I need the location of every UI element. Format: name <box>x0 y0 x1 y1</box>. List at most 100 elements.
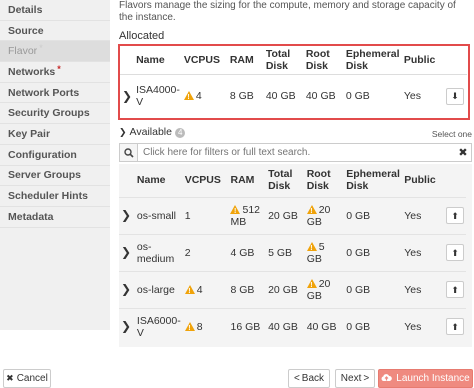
cell-value: 0 GB <box>346 283 371 296</box>
sidebar-item-metadata[interactable]: Metadata <box>0 207 110 228</box>
flavor-public: Yes <box>402 307 444 345</box>
flavor-public: Yes <box>402 233 444 271</box>
expand-cell: ❯ <box>119 196 135 234</box>
expand-column-header <box>120 46 134 74</box>
available-rows: ❯os-small1512 MB20 GB20 GB0 GBYes⬆❯os-me… <box>119 196 466 345</box>
warning-icon <box>306 204 317 218</box>
flavor-ephemeral-disk: 0 GB <box>344 196 403 234</box>
chevron-right-icon: > <box>363 373 370 384</box>
cell-value: 20 GB <box>268 283 298 296</box>
close-icon[interactable]: ✖ <box>455 146 471 159</box>
action-column-header <box>444 164 466 197</box>
column-root-disk: Root Disk <box>305 47 330 72</box>
warning-icon <box>306 278 317 292</box>
sidebar-item-label: Server Groups <box>8 169 81 182</box>
flavor-ram: 4 GB <box>228 233 267 271</box>
flavor-total-disk: 5 GB <box>266 233 305 271</box>
sidebar-item-configuration[interactable]: Configuration <box>0 145 110 166</box>
back-label: Back <box>301 373 325 384</box>
sidebar-item-label: Network Ports <box>8 86 80 99</box>
allocate-button[interactable]: ⬆ <box>446 318 464 336</box>
flavor-ephemeral-disk: 0 GB <box>344 270 403 308</box>
flavor-name: os-medium <box>134 233 183 271</box>
launch-label: Launch Instance <box>396 373 470 384</box>
sidebar-item-label: Configuration <box>8 148 77 161</box>
cell-value: 1 <box>184 209 191 222</box>
search-input[interactable] <box>138 145 455 160</box>
column-name: Name <box>136 53 165 66</box>
column-public: Public <box>403 53 436 66</box>
flavor-root-disk: 5 GB <box>304 233 345 271</box>
allocate-button[interactable]: ⬆ <box>446 244 464 261</box>
sidebar-item-server-groups[interactable]: Server Groups <box>0 166 110 187</box>
sidebar-item-networks[interactable]: Networks * <box>0 62 110 83</box>
close-icon: ✖ <box>6 373 14 383</box>
expand-cell: ❯ <box>119 270 135 308</box>
back-button[interactable]: < Back <box>288 369 330 388</box>
chevron-right-icon[interactable]: ❯ <box>121 245 131 259</box>
chevron-down-icon: ❯ <box>119 127 127 137</box>
sidebar-item-network-ports[interactable]: Network Ports <box>0 83 110 104</box>
flavor-name: ISA6000-V <box>134 307 183 345</box>
arrow-up-icon: ⬆ <box>451 210 459 221</box>
expand-column-header <box>119 164 135 197</box>
flavor-row: ❯os-small1512 MB20 GB20 GB0 GBYes⬆ <box>119 196 466 234</box>
allocated-table: Name VCPUS RAM Total Disk Root Disk Ephe… <box>120 46 467 118</box>
flavor-description: Flavors manage the sizing for the comput… <box>119 0 456 23</box>
cell-value: os-large <box>136 283 175 296</box>
sidebar-item-details[interactable]: Details <box>0 0 110 21</box>
flavor-ephemeral-disk: 0 GB <box>343 73 402 118</box>
sidebar-item-security-groups[interactable]: Security Groups <box>0 103 110 125</box>
flavor-vcpus: 2 <box>182 233 229 271</box>
launch-instance-button[interactable]: Launch Instance <box>378 369 473 388</box>
cell-value: 0 GB <box>345 90 370 103</box>
flavor-root-disk: 20 GB <box>304 196 345 234</box>
flavor-ephemeral-disk: 0 GB <box>344 307 403 345</box>
sidebar-item-source[interactable]: Source <box>0 21 110 42</box>
next-button[interactable]: Next > <box>335 369 375 388</box>
allocate-button[interactable]: ⬆ <box>446 207 464 224</box>
chevron-right-icon[interactable]: ❯ <box>121 282 131 296</box>
flavor-vcpus: 8 <box>182 307 229 345</box>
cell-value: 0 GB <box>346 320 371 333</box>
flavor-total-disk: 40 GB <box>266 307 305 345</box>
available-table: Name VCPUS RAM Total Disk Root Disk Ephe… <box>119 164 466 345</box>
action-cell: ⬆ <box>444 270 466 308</box>
arrow-up-icon: ⬆ <box>451 321 459 332</box>
flavor-total-disk: 40 GB <box>263 73 304 118</box>
cell-value: 4 GB <box>230 246 255 259</box>
chevron-right-icon[interactable]: ❯ <box>122 89 132 103</box>
wizard-steps: Details Source Flavor * Networks * Network Por… <box>0 0 110 228</box>
cell-value: Yes <box>404 320 422 333</box>
chevron-right-icon[interactable]: ❯ <box>121 208 131 222</box>
flavor-public: Yes <box>402 270 444 308</box>
sidebar-item-label: Key Pair <box>8 127 51 140</box>
cell-value: 40 GB <box>305 90 336 103</box>
flavor-name: os-small <box>134 196 183 234</box>
required-star-icon: * <box>39 43 43 54</box>
arrow-up-icon: ⬆ <box>451 284 459 295</box>
cell-value: 0 GB <box>346 209 371 222</box>
arrow-down-icon: ⬇ <box>451 91 459 102</box>
allocated-table-box: Name VCPUS RAM Total Disk Root Disk Ephe… <box>118 44 470 120</box>
next-label: Next <box>340 373 362 384</box>
flavor-vcpus: 4 <box>182 270 229 308</box>
allocate-button[interactable]: ⬆ <box>446 281 464 298</box>
flavor-vcpus: 4 <box>181 73 228 118</box>
chevron-left-icon: < <box>293 373 300 384</box>
sidebar-item-label: Scheduler Hints <box>8 190 88 203</box>
launch-instance-dialog: Details Source Flavor * Networks * Network Por… <box>0 0 474 388</box>
column-vcpus: VCPUS <box>184 174 221 187</box>
flavor-ram: 16 GB <box>228 307 267 345</box>
available-table-box: Name VCPUS RAM Total Disk Root Disk Ephe… <box>119 164 472 347</box>
chevron-right-icon[interactable]: ❯ <box>121 319 131 333</box>
flavor-ram: 8 GB <box>227 73 264 118</box>
cancel-button[interactable]: ✖ Cancel <box>3 369 51 388</box>
warning-icon <box>183 91 194 104</box>
sidebar-item-flavor[interactable]: Flavor * <box>0 41 110 63</box>
cell-value: 16 GB <box>230 320 261 333</box>
sidebar-item-key-pair[interactable]: Key Pair <box>0 124 110 145</box>
available-header[interactable]: ❯ Available 4 Select one <box>119 126 474 140</box>
deallocate-button[interactable]: ⬇ <box>445 87 464 105</box>
sidebar-item-scheduler-hints[interactable]: Scheduler Hints <box>0 186 110 207</box>
